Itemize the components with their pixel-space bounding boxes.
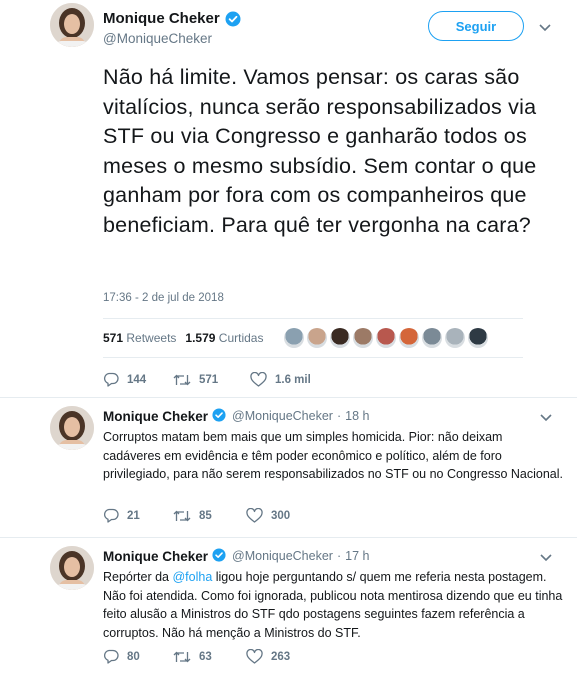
reply-header: Monique Cheker @MoniqueCheker · 18 h	[103, 408, 369, 424]
retweet-button[interactable]: 63	[173, 650, 246, 664]
reply-count: 144	[127, 373, 147, 386]
liker-avatar[interactable]	[445, 328, 466, 348]
liker-avatar[interactable]	[468, 328, 489, 348]
reply-count: 21	[127, 509, 140, 522]
stats-bar: 571 Retweets 1.579 Curtidas	[103, 318, 523, 358]
reply-header: Monique Cheker @MoniqueCheker · 17 h	[103, 548, 369, 564]
like-button[interactable]: 300	[246, 508, 290, 523]
mention-link[interactable]: @folha	[172, 570, 212, 584]
avatar[interactable]	[50, 546, 94, 590]
like-count: 1.6 mil	[275, 373, 311, 386]
tweet-text: Não há limite. Vamos pensar: os caras sã…	[103, 65, 537, 237]
liker-avatar[interactable]	[399, 328, 420, 348]
retweet-icon	[173, 374, 191, 385]
verified-badge-icon	[212, 408, 228, 424]
action-bar: 21 85 300	[103, 508, 290, 523]
likes-label: Curtidas	[218, 331, 264, 345]
like-count: 300	[271, 509, 291, 522]
reply-icon	[103, 508, 119, 523]
reply-button[interactable]: 144	[103, 372, 173, 387]
action-bar: 144 571 1.6 mil	[103, 372, 311, 387]
main-tweet: Monique Cheker @MoniqueCheker Seguir Não…	[0, 0, 577, 398]
like-icon	[250, 372, 267, 387]
liker-avatar[interactable]	[284, 328, 305, 348]
tweet-timestamp[interactable]: 17:36 - 2 de jul de 2018	[103, 292, 224, 304]
verified-badge-icon	[225, 11, 241, 27]
retweets-label: Retweets	[126, 331, 177, 345]
handle[interactable]: @MoniqueCheker	[103, 31, 241, 46]
liker-avatar[interactable]	[330, 328, 351, 348]
likers-avatars	[284, 328, 489, 348]
tweet-time[interactable]: 17 h	[345, 549, 369, 563]
like-count: 263	[271, 650, 291, 663]
avatar[interactable]	[50, 406, 94, 450]
reply-tweet[interactable]: Monique Cheker @MoniqueCheker · 17 h Rep…	[0, 538, 577, 675]
chevron-down-icon[interactable]	[540, 414, 552, 422]
like-button[interactable]: 1.6 mil	[250, 372, 311, 387]
separator-dot: ·	[336, 409, 342, 423]
reply-icon	[103, 372, 119, 387]
reply-tweet[interactable]: Monique Cheker @MoniqueCheker · 18 h Cor…	[0, 398, 577, 538]
retweet-count: 63	[199, 650, 212, 663]
likes-stat[interactable]: 1.579 Curtidas	[185, 331, 263, 345]
verified-badge-icon	[212, 548, 228, 564]
retweet-button[interactable]: 571	[173, 373, 250, 387]
retweet-button[interactable]: 85	[173, 509, 246, 523]
retweet-icon	[173, 651, 191, 662]
separator-dot: ·	[336, 549, 342, 563]
like-icon	[246, 649, 263, 664]
author-block: Monique Cheker @MoniqueCheker	[103, 10, 241, 46]
tweet-text: Repórter da @folha ligou hoje perguntand…	[103, 568, 563, 642]
retweets-count: 571	[103, 331, 124, 345]
reply-button[interactable]: 80	[103, 649, 173, 664]
chevron-down-icon[interactable]	[539, 24, 551, 32]
reply-icon	[103, 649, 119, 664]
liker-avatar[interactable]	[376, 328, 397, 348]
liker-avatar[interactable]	[307, 328, 328, 348]
liker-avatar[interactable]	[353, 328, 374, 348]
tweet-time[interactable]: 18 h	[345, 409, 369, 423]
display-name[interactable]: Monique Cheker	[103, 409, 208, 424]
like-button[interactable]: 263	[246, 649, 290, 664]
follow-button[interactable]: Seguir	[428, 11, 524, 41]
handle[interactable]: @MoniqueCheker	[232, 409, 333, 423]
handle[interactable]: @MoniqueCheker	[232, 549, 333, 563]
tweet-text-start: Repórter da	[103, 570, 173, 584]
likes-count: 1.579	[185, 331, 216, 345]
reply-count: 80	[127, 650, 140, 663]
display-name[interactable]: Monique Cheker	[103, 10, 220, 27]
retweet-count: 571	[199, 373, 219, 386]
reply-button[interactable]: 21	[103, 508, 173, 523]
display-name[interactable]: Monique Cheker	[103, 549, 208, 564]
liker-avatar[interactable]	[422, 328, 443, 348]
action-bar: 80 63 263	[103, 649, 290, 664]
retweets-stat[interactable]: 571 Retweets	[103, 331, 176, 345]
retweet-count: 85	[199, 509, 212, 522]
chevron-down-icon[interactable]	[540, 554, 552, 562]
avatar[interactable]	[50, 3, 94, 47]
retweet-icon	[173, 510, 191, 521]
like-icon	[246, 508, 263, 523]
tweet-text: Corruptos matam bem mais que um simples …	[103, 430, 563, 481]
